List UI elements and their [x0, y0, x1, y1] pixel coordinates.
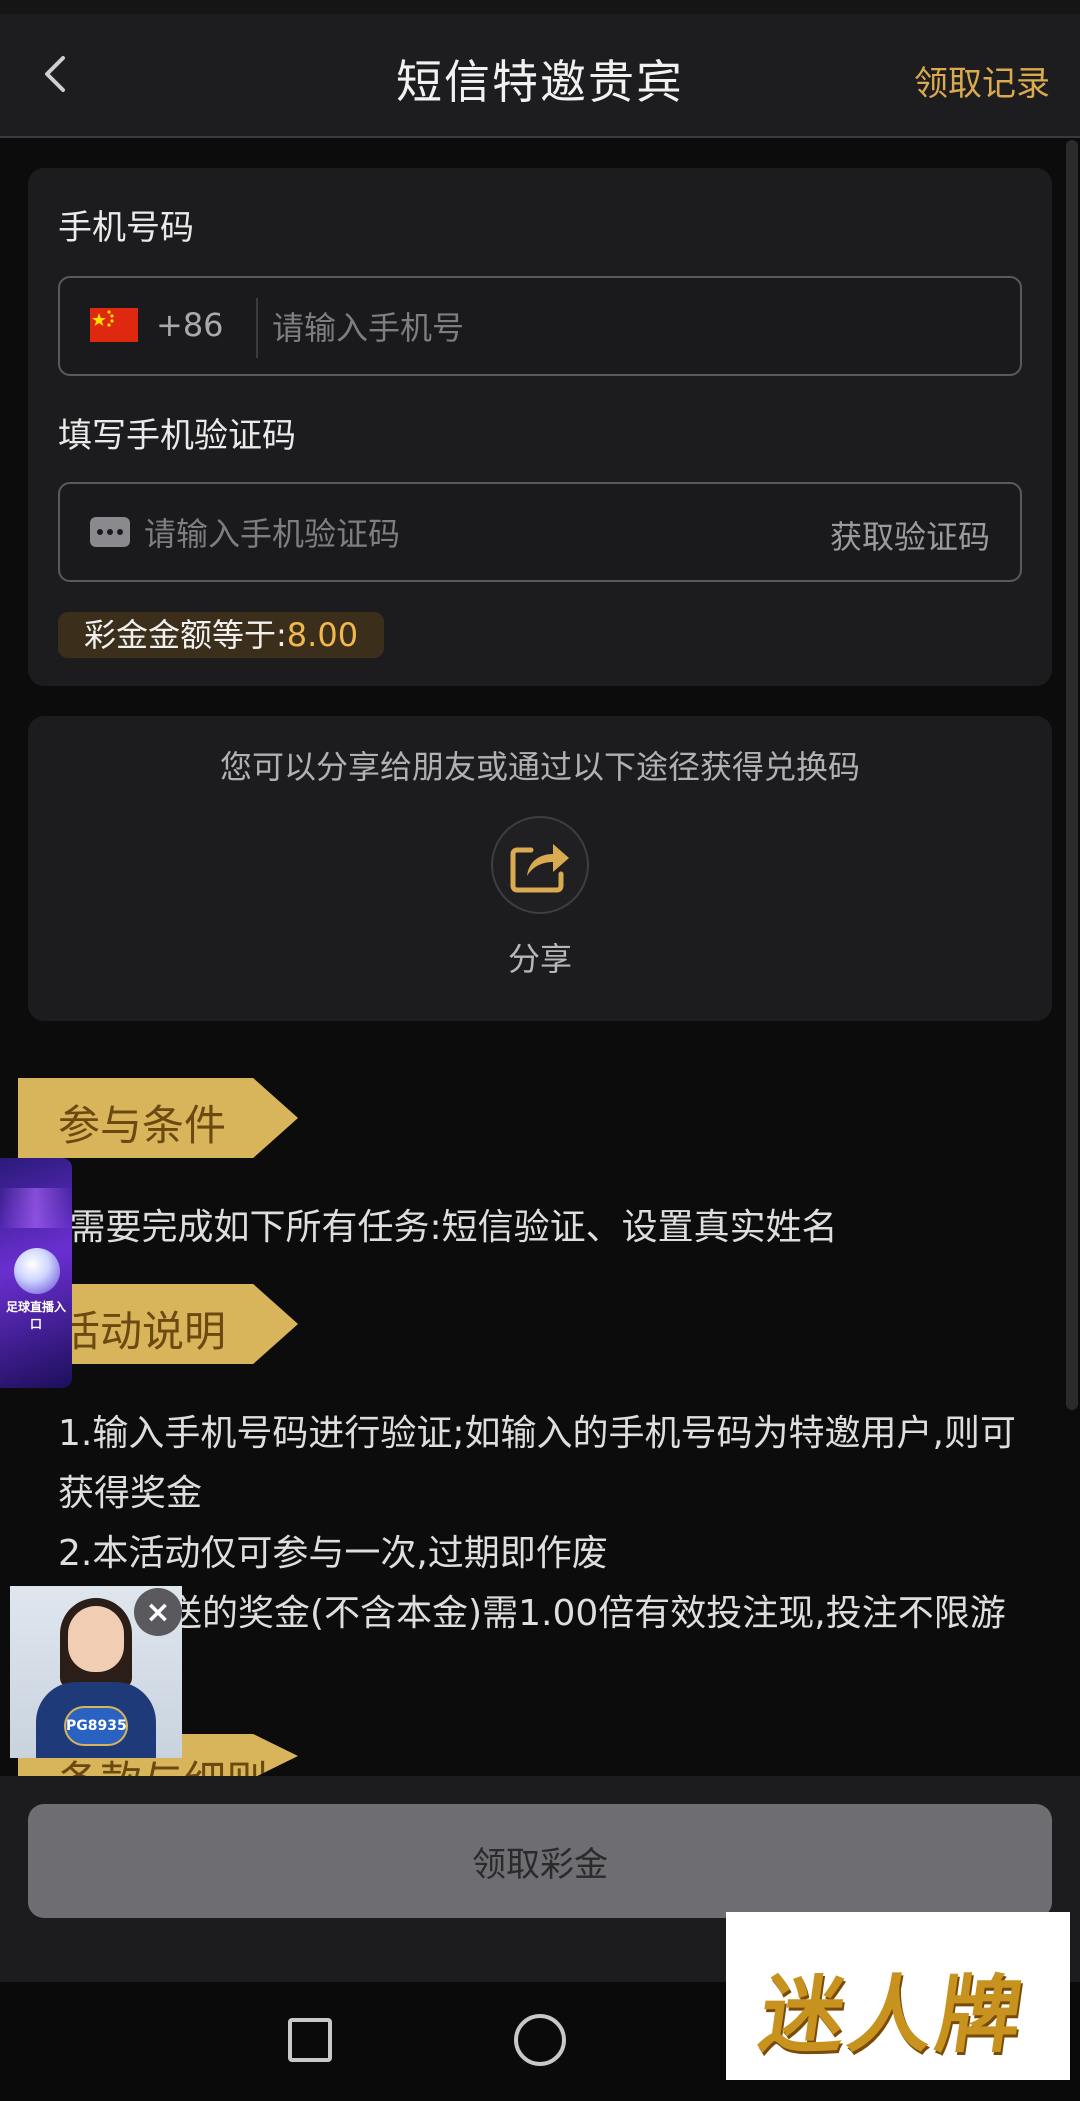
home-icon[interactable]	[514, 2014, 566, 2066]
watermark-text: 迷人牌	[754, 1965, 1033, 2064]
phone-field[interactable]: +86	[58, 276, 1022, 376]
country-code[interactable]: +86	[156, 306, 224, 344]
code-input[interactable]	[144, 506, 744, 562]
conditions-title: 参与条件	[58, 1101, 227, 1150]
bonus-label: 彩金金额等于:	[84, 616, 287, 654]
verification-card: 手机号码 +86 填写手机验证码 获取验证码 彩金金额等于:8.00	[28, 168, 1052, 686]
description-item-1: 1.输入手机号码进行验证;如输入的手机号码为特邀用户,则可获得奖金	[58, 1413, 1016, 1514]
bonus-value: 8.00	[286, 616, 359, 654]
description-item-2: 2.本活动仅可参与一次,过期即作废	[58, 1533, 608, 1574]
china-flag-icon[interactable]	[90, 308, 138, 342]
close-icon[interactable]: ×	[134, 1588, 182, 1636]
description-item-3: 动所赠送的奖金(不含本金)需1.00倍有效投注现,投注不限游戏平台	[58, 1593, 1006, 1694]
phone-input[interactable]	[272, 300, 992, 356]
claim-bonus-button[interactable]: 领取彩金	[28, 1804, 1052, 1918]
header-bar: 短信特邀贵宾 领取记录	[0, 14, 1080, 138]
watermark-logo: 迷人牌	[726, 1912, 1070, 2080]
code-label: 填写手机验证码	[58, 416, 296, 456]
field-divider	[256, 298, 258, 358]
description-title: 活动说明	[58, 1307, 227, 1356]
conditions-text: .需要完成如下所有任务:短信验证、设置真实姓名	[58, 1207, 838, 1248]
share-icon	[510, 844, 569, 893]
soccer-ball-icon	[14, 1248, 60, 1294]
records-link[interactable]: 领取记录	[914, 56, 1050, 105]
status-bar	[0, 0, 1080, 14]
bonus-badge: 彩金金额等于:8.00	[58, 612, 385, 658]
recents-icon[interactable]	[288, 2018, 332, 2062]
share-card: 您可以分享给朋友或通过以下途径获得兑换码 分享	[28, 716, 1052, 1021]
share-hint: 您可以分享给朋友或通过以下途径获得兑换码	[219, 748, 860, 786]
banner-glow	[0, 1188, 72, 1228]
phone-label: 手机号码	[58, 208, 194, 248]
share-button[interactable]	[491, 816, 589, 914]
scrollbar[interactable]	[1066, 140, 1078, 1410]
support-badge: PG8935	[64, 1706, 128, 1746]
avatar-face	[68, 1606, 124, 1672]
conditions-ribbon: 参与条件	[18, 1078, 298, 1158]
banner-text: 足球直播入口	[5, 1300, 66, 1331]
floating-promo-banner[interactable]: 足球直播入口	[0, 1158, 72, 1388]
get-code-button[interactable]: 获取验证码	[830, 512, 990, 558]
code-field[interactable]: 获取验证码	[58, 482, 1022, 582]
share-label: 分享	[507, 940, 572, 978]
message-icon	[90, 517, 130, 547]
